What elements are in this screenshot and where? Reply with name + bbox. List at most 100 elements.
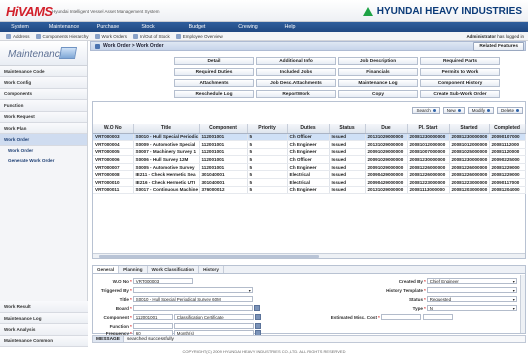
created-by-select[interactable]: Chief Engineer xyxy=(426,278,517,284)
table-row[interactable]: VRT000004 S0009 - Automotive Special 11200… xyxy=(93,140,526,149)
laptop-icon xyxy=(58,47,78,59)
sidebar-item-maintenance-common[interactable]: Maintenance Common xyxy=(0,335,88,347)
triggered-by-select[interactable] xyxy=(132,287,253,293)
tab-work-classification[interactable]: Work Classification xyxy=(148,266,200,273)
column-header[interactable]: Due xyxy=(365,124,408,134)
table-cell: 20131029000000 xyxy=(365,133,408,142)
menu-crewing[interactable]: Crewing xyxy=(226,24,270,30)
related-features-button[interactable]: Related Features xyxy=(473,41,524,51)
history-template-select[interactable] xyxy=(426,287,517,293)
menu-stock[interactable]: Stock xyxy=(128,24,168,30)
board-field[interactable] xyxy=(132,305,253,311)
column-header[interactable]: Completed xyxy=(489,124,526,134)
app-logo: HiVAMS xyxy=(6,4,53,19)
required-parts-button[interactable]: Required Parts xyxy=(420,57,500,65)
included-jobs-button[interactable]: Included Jobs xyxy=(256,68,336,76)
table-row[interactable]: VRT000007 S0005 - Automotive Survey 112001… xyxy=(93,163,526,172)
table-row[interactable]: VRT000003 S0010 - Hull Special Periodic 11… xyxy=(93,133,526,142)
board-lookup-button[interactable] xyxy=(253,305,260,311)
column-header[interactable]: Started xyxy=(449,124,490,134)
work-order-grid: Search New Modify Delete W.O No Title Comp… xyxy=(92,101,526,259)
table-row[interactable]: VRT000005 S0007 - Machinery Survey 1 11200… xyxy=(93,148,526,157)
table-row[interactable]: VRT000006 S0006 - Hull Survey 12M 11200100… xyxy=(93,155,526,164)
sidebar-item-function[interactable]: Function xyxy=(0,100,87,112)
maintenance-log-button[interactable]: Maintenance Log xyxy=(338,79,418,87)
toolbar-components-hierarchy[interactable]: Components Hierarchy xyxy=(35,33,89,39)
required-marker: * xyxy=(130,287,132,293)
table-row[interactable]: VRT000010 IE216 - Check Hermetic UTI 30104… xyxy=(93,178,526,187)
modify-button-label: Modify xyxy=(471,108,485,113)
toolbar-employee[interactable]: Employee Overview xyxy=(175,33,223,39)
title-field[interactable]: S0010 - Hull Special Periodical Survey 6… xyxy=(132,296,253,302)
column-header[interactable]: Duties xyxy=(287,124,330,134)
sidebar-subitem-generate-work-order[interactable]: Generate Work Order xyxy=(0,156,87,166)
sidebar-item-maintenance-code[interactable]: Maintenance Code xyxy=(0,66,87,78)
component-history-button[interactable]: Component History xyxy=(420,79,500,87)
delete-button[interactable]: Delete xyxy=(496,107,523,114)
toolbar-address[interactable]: Address xyxy=(6,33,30,39)
sidebar-item-work-request[interactable]: Work Request xyxy=(0,111,87,123)
tab-planning[interactable]: Planning xyxy=(119,266,148,273)
table-cell: VRT000010 xyxy=(93,178,134,187)
menu-system[interactable]: System xyxy=(0,24,40,30)
table-cell: 20081223000000 xyxy=(407,178,450,187)
column-header[interactable]: Priority xyxy=(247,124,288,134)
modify-button[interactable]: Modify xyxy=(467,107,494,114)
column-header[interactable]: Title xyxy=(133,124,200,134)
detail-button[interactable]: Detail xyxy=(174,57,254,65)
detail-vertical-scrollbar[interactable] xyxy=(520,275,525,333)
component-name-field[interactable]: Classification Certificate xyxy=(173,314,254,320)
column-header[interactable]: Component xyxy=(199,124,248,134)
type-select[interactable]: N xyxy=(426,305,517,311)
toolbar-work-orders[interactable]: Work Orders xyxy=(94,33,127,39)
table-row[interactable]: VRT000008 IE211 - Check Hermetic Sea 30104… xyxy=(93,170,526,180)
attachments-button[interactable]: Attachments xyxy=(174,79,254,87)
scrollbar-thumb[interactable] xyxy=(99,255,319,258)
board-row: Board * xyxy=(93,305,260,311)
sidebar-item-components[interactable]: Components xyxy=(0,88,87,101)
estimated-cost-field[interactable] xyxy=(380,314,421,320)
sidebar-item-work-config[interactable]: Work Config xyxy=(0,77,87,89)
column-header[interactable]: W.O No xyxy=(93,124,134,134)
financials-button[interactable]: Financials xyxy=(338,68,418,76)
job-desc-attachments-button[interactable]: Job Desc.Attachments xyxy=(256,79,336,87)
permits-to-work-button[interactable]: Permits to Work xyxy=(420,68,500,76)
table-cell: Issued xyxy=(329,163,366,172)
component-code-field[interactable]: 112001001 xyxy=(132,314,173,320)
wo-no-field[interactable]: VRT000003 xyxy=(132,278,193,284)
menu-maintenance[interactable]: Maintenance xyxy=(40,24,88,30)
new-button[interactable]: New xyxy=(442,107,465,114)
toolbar-stock[interactable]: In/Out of Stock xyxy=(132,33,170,39)
table-row[interactable]: VRT000011 S0017 - Continuous Machine 37600… xyxy=(93,186,526,195)
function-lookup-button[interactable] xyxy=(254,323,261,329)
create-sub-work-order-button[interactable]: Create Sub-Work Order xyxy=(420,90,500,98)
required-duties-button[interactable]: Required Duties xyxy=(174,68,254,76)
additional-info-button[interactable]: Additional Info xyxy=(256,57,336,65)
reschedule-log-button[interactable]: Reschedule Log xyxy=(174,90,254,98)
estimated-cost-currency[interactable] xyxy=(422,314,453,320)
sidebar-item-work-plan[interactable]: Work Plan xyxy=(0,122,87,135)
status-select[interactable]: Requested xyxy=(426,296,517,302)
horizontal-scrollbar[interactable] xyxy=(93,253,525,258)
sidebar-item-work-result[interactable]: Work Result xyxy=(0,301,88,313)
sidebar-item-maintenance-log[interactable]: Maintenance Log xyxy=(0,312,88,325)
sidebar-subitem-work-order[interactable]: Work Order xyxy=(0,146,87,156)
column-header[interactable]: Pl. Start xyxy=(407,124,450,134)
toolbar-address-label: Address xyxy=(13,33,30,39)
sidebar-item-work-analysis[interactable]: Work Analysis xyxy=(0,324,88,336)
copy-button[interactable]: Copy xyxy=(338,90,418,98)
tab-general[interactable]: General xyxy=(93,266,120,273)
tab-history[interactable]: History xyxy=(199,266,224,273)
created-by-row: Created By * Chief Engineer xyxy=(343,278,517,284)
job-description-button[interactable]: Job Description xyxy=(338,57,418,65)
sidebar-item-work-order[interactable]: Work Order xyxy=(0,134,87,146)
function-code-field[interactable] xyxy=(132,323,173,329)
menu-help[interactable]: Help xyxy=(270,24,310,30)
function-name-field[interactable] xyxy=(173,323,254,329)
search-button[interactable]: Search xyxy=(412,107,440,114)
report-work-button[interactable]: ReportWork xyxy=(256,90,336,98)
menu-budget[interactable]: Budget xyxy=(168,24,226,30)
column-header[interactable]: Status xyxy=(329,124,366,134)
menu-purchase[interactable]: Purchase xyxy=(88,24,128,30)
component-lookup-button[interactable] xyxy=(254,314,261,320)
